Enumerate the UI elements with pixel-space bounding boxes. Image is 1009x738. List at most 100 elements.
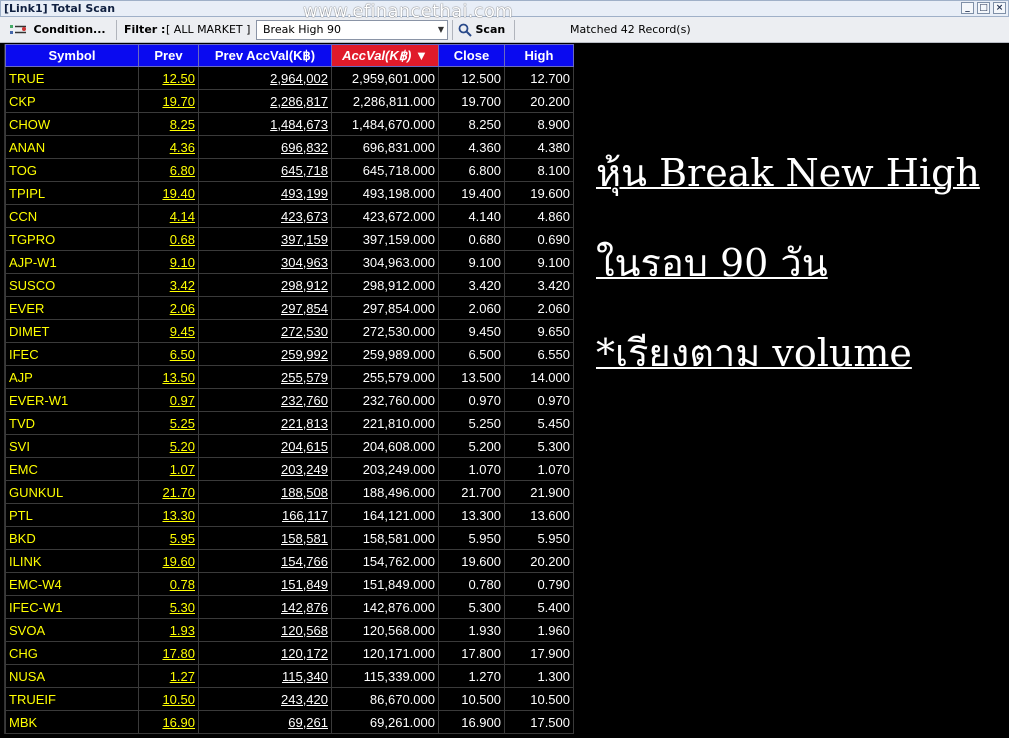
prev-accval-cell[interactable]: 115,340 bbox=[198, 664, 332, 688]
table-row[interactable]: ANAN 4.36 696,832 696,831.000 4.360 4.380 bbox=[5, 135, 574, 159]
prev-cell[interactable]: 5.25 bbox=[138, 411, 199, 435]
prev-cell[interactable]: 1.93 bbox=[138, 618, 199, 642]
table-row[interactable]: EVER 2.06 297,854 297,854.000 2.060 2.060 bbox=[5, 296, 574, 320]
table-row[interactable]: BKD 5.95 158,581 158,581.000 5.950 5.950 bbox=[5, 526, 574, 550]
prev-accval-cell[interactable]: 243,420 bbox=[198, 687, 332, 711]
prev-cell[interactable]: 9.10 bbox=[138, 250, 199, 274]
prev-accval-cell[interactable]: 298,912 bbox=[198, 273, 332, 297]
prev-accval-cell[interactable]: 151,849 bbox=[198, 572, 332, 596]
prev-accval-cell[interactable]: 232,760 bbox=[198, 388, 332, 412]
table-row[interactable]: NUSA 1.27 115,340 115,339.000 1.270 1.300 bbox=[5, 664, 574, 688]
condition-button[interactable]: Condition... bbox=[8, 17, 106, 43]
prev-cell[interactable]: 6.50 bbox=[138, 342, 199, 366]
prev-cell[interactable]: 1.27 bbox=[138, 664, 199, 688]
prev-cell[interactable]: 4.14 bbox=[138, 204, 199, 228]
table-row[interactable]: AJP 13.50 255,579 255,579.000 13.500 14.000 bbox=[5, 365, 574, 389]
prev-cell[interactable]: 2.06 bbox=[138, 296, 199, 320]
table-row[interactable]: TRUE 12.50 2,964,002 2,959,601.000 12.500 12.… bbox=[5, 66, 574, 90]
close-button[interactable]: × bbox=[993, 2, 1006, 14]
table-row[interactable]: IFEC-W1 5.30 142,876 142,876.000 5.300 5.400 bbox=[5, 595, 574, 619]
prev-accval-cell[interactable]: 69,261 bbox=[198, 710, 332, 734]
prev-cell[interactable]: 13.30 bbox=[138, 503, 199, 527]
prev-accval-cell[interactable]: 645,718 bbox=[198, 158, 332, 182]
prev-accval-cell[interactable]: 297,854 bbox=[198, 296, 332, 320]
prev-accval-cell[interactable]: 272,530 bbox=[198, 319, 332, 343]
prev-accval-cell[interactable]: 120,172 bbox=[198, 641, 332, 665]
table-row[interactable]: TVD 5.25 221,813 221,810.000 5.250 5.450 bbox=[5, 411, 574, 435]
prev-accval-cell[interactable]: 166,117 bbox=[198, 503, 332, 527]
prev-cell[interactable]: 0.78 bbox=[138, 572, 199, 596]
prev-cell[interactable]: 13.50 bbox=[138, 365, 199, 389]
column-header[interactable]: High bbox=[504, 44, 574, 67]
prev-accval-cell[interactable]: 188,508 bbox=[198, 480, 332, 504]
table-row[interactable]: EVER-W1 0.97 232,760 232,760.000 0.970 0.970 bbox=[5, 388, 574, 412]
prev-cell[interactable]: 1.07 bbox=[138, 457, 199, 481]
prev-cell[interactable]: 5.20 bbox=[138, 434, 199, 458]
column-header[interactable]: Symbol bbox=[5, 44, 139, 67]
prev-cell[interactable]: 4.36 bbox=[138, 135, 199, 159]
column-header[interactable]: Close bbox=[438, 44, 505, 67]
table-row[interactable]: TOG 6.80 645,718 645,718.000 6.800 8.100 bbox=[5, 158, 574, 182]
table-row[interactable]: TGPRO 0.68 397,159 397,159.000 0.680 0.690 bbox=[5, 227, 574, 251]
prev-accval-cell[interactable]: 2,286,817 bbox=[198, 89, 332, 113]
prev-accval-cell[interactable]: 221,813 bbox=[198, 411, 332, 435]
prev-accval-cell[interactable]: 142,876 bbox=[198, 595, 332, 619]
table-row[interactable]: SVI 5.20 204,615 204,608.000 5.200 5.300 bbox=[5, 434, 574, 458]
prev-cell[interactable]: 0.97 bbox=[138, 388, 199, 412]
prev-cell[interactable]: 19.60 bbox=[138, 549, 199, 573]
prev-accval-cell[interactable]: 255,579 bbox=[198, 365, 332, 389]
prev-cell[interactable]: 17.80 bbox=[138, 641, 199, 665]
prev-cell[interactable]: 8.25 bbox=[138, 112, 199, 136]
table-row[interactable]: IFEC 6.50 259,992 259,989.000 6.500 6.550 bbox=[5, 342, 574, 366]
prev-cell[interactable]: 21.70 bbox=[138, 480, 199, 504]
prev-cell[interactable]: 3.42 bbox=[138, 273, 199, 297]
prev-accval-cell[interactable]: 493,199 bbox=[198, 181, 332, 205]
table-row[interactable]: AJP-W1 9.10 304,963 304,963.000 9.100 9.100 bbox=[5, 250, 574, 274]
scan-type-select[interactable]: Break High 90 ▼ bbox=[256, 20, 448, 40]
column-header[interactable]: AccVal(K฿) ▼ bbox=[331, 44, 439, 67]
prev-accval-cell[interactable]: 158,581 bbox=[198, 526, 332, 550]
table-row[interactable]: EMC-W4 0.78 151,849 151,849.000 0.780 0.790 bbox=[5, 572, 574, 596]
prev-accval-cell[interactable]: 696,832 bbox=[198, 135, 332, 159]
prev-cell[interactable]: 12.50 bbox=[138, 66, 199, 90]
prev-cell[interactable]: 16.90 bbox=[138, 710, 199, 734]
table-row[interactable]: TPIPL 19.40 493,199 493,198.000 19.400 19.600 bbox=[5, 181, 574, 205]
scan-results-grid[interactable]: Symbol Prev Prev AccVal(K฿) AccVal(K฿) ▼ Clo… bbox=[4, 44, 574, 734]
table-row[interactable]: DIMET 9.45 272,530 272,530.000 9.450 9.650 bbox=[5, 319, 574, 343]
table-row[interactable]: MBK 16.90 69,261 69,261.000 16.900 17.500 bbox=[5, 710, 574, 734]
prev-accval-cell[interactable]: 304,963 bbox=[198, 250, 332, 274]
minimize-button[interactable]: _ bbox=[961, 2, 974, 14]
table-row[interactable]: SUSCO 3.42 298,912 298,912.000 3.420 3.420 bbox=[5, 273, 574, 297]
prev-cell[interactable]: 9.45 bbox=[138, 319, 199, 343]
prev-cell[interactable]: 6.80 bbox=[138, 158, 199, 182]
maximize-button[interactable]: □ bbox=[977, 2, 990, 14]
prev-cell[interactable]: 5.30 bbox=[138, 595, 199, 619]
prev-accval-cell[interactable]: 259,992 bbox=[198, 342, 332, 366]
prev-cell[interactable]: 19.40 bbox=[138, 181, 199, 205]
table-row[interactable]: CKP 19.70 2,286,817 2,286,811.000 19.700 20.2… bbox=[5, 89, 574, 113]
prev-accval-cell[interactable]: 2,964,002 bbox=[198, 66, 332, 90]
prev-accval-cell[interactable]: 397,159 bbox=[198, 227, 332, 251]
prev-cell[interactable]: 5.95 bbox=[138, 526, 199, 550]
table-row[interactable]: SVOA 1.93 120,568 120,568.000 1.930 1.960 bbox=[5, 618, 574, 642]
prev-accval-cell[interactable]: 204,615 bbox=[198, 434, 332, 458]
table-row[interactable]: ILINK 19.60 154,766 154,762.000 19.600 20.200 bbox=[5, 549, 574, 573]
table-row[interactable]: PTL 13.30 166,117 164,121.000 13.300 13.600 bbox=[5, 503, 574, 527]
table-row[interactable]: CCN 4.14 423,673 423,672.000 4.140 4.860 bbox=[5, 204, 574, 228]
table-row[interactable]: TRUEIF 10.50 243,420 86,670.000 10.500 10.500 bbox=[5, 687, 574, 711]
prev-accval-cell[interactable]: 154,766 bbox=[198, 549, 332, 573]
prev-accval-cell[interactable]: 120,568 bbox=[198, 618, 332, 642]
prev-accval-cell[interactable]: 1,484,673 bbox=[198, 112, 332, 136]
filter-market[interactable]: [ ALL MARKET ] bbox=[166, 17, 250, 43]
table-row[interactable]: GUNKUL 21.70 188,508 188,496.000 21.700 21.90… bbox=[5, 480, 574, 504]
prev-accval-cell[interactable]: 203,249 bbox=[198, 457, 332, 481]
column-header[interactable]: Prev bbox=[138, 44, 199, 67]
column-header[interactable]: Prev AccVal(K฿) bbox=[198, 44, 332, 67]
table-row[interactable]: CHG 17.80 120,172 120,171.000 17.800 17.900 bbox=[5, 641, 574, 665]
prev-accval-cell[interactable]: 423,673 bbox=[198, 204, 332, 228]
table-row[interactable]: CHOW 8.25 1,484,673 1,484,670.000 8.250 8.900 bbox=[5, 112, 574, 136]
prev-cell[interactable]: 10.50 bbox=[138, 687, 199, 711]
table-row[interactable]: EMC 1.07 203,249 203,249.000 1.070 1.070 bbox=[5, 457, 574, 481]
prev-cell[interactable]: 19.70 bbox=[138, 89, 199, 113]
prev-cell[interactable]: 0.68 bbox=[138, 227, 199, 251]
